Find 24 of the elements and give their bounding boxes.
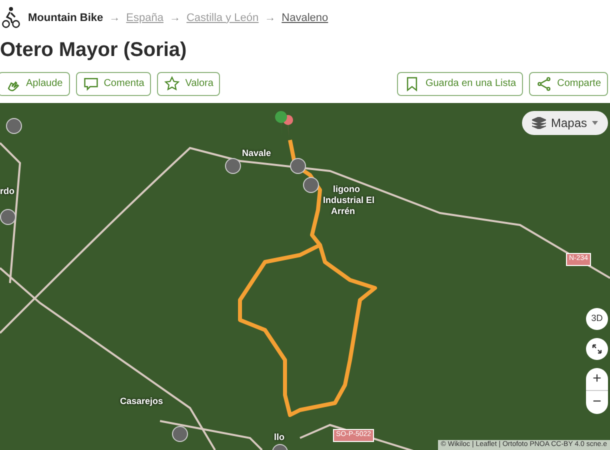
action-button[interactable]: Valora [157,72,220,96]
breadcrumb-link[interactable]: España [126,10,164,26]
action-button[interactable]: Aplaude [0,72,70,96]
map-layers-button[interactable]: Mapas [522,111,608,135]
place-label: llo [274,431,284,444]
arrow-separator: → [169,10,180,26]
page-title: Otero Mayor (Soria) [0,38,187,63]
place-label: rdo [0,185,14,198]
place-label: ligono [333,183,360,196]
zoom-out-button[interactable]: − [586,391,608,414]
place-label: Arrén [331,205,356,218]
breadcrumb-link[interactable]: Castilla y León [186,10,259,26]
place-label: Casarejos [120,395,164,408]
zoom-in-button[interactable]: + [586,368,608,391]
action-button[interactable]: Comenta [76,72,152,96]
arrow-separator: → [109,10,120,26]
breadcrumb-link[interactable]: Navaleno [282,10,328,26]
place-label: Navale [242,147,272,160]
action-button[interactable]: Comparte [529,72,608,96]
3d-view-button[interactable]: 3D [586,308,608,330]
arrow-separator: → [264,10,276,26]
action-button[interactable]: Guarda en una Lista [397,72,524,96]
activity-label: Mountain Bike [28,10,104,26]
place-label: Industrial El [323,194,375,207]
